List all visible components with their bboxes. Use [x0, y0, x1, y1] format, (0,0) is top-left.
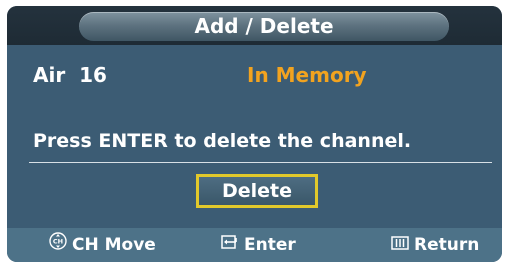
- return-hint: Return: [391, 228, 479, 262]
- instruction-message: Press ENTER to delete the channel.: [33, 130, 412, 152]
- footer-bar: CH CH Move Enter Return: [7, 228, 502, 262]
- ch-move-hint: CH CH Move: [49, 228, 156, 262]
- memory-status: In Memory: [247, 63, 367, 87]
- return-icon: [391, 228, 409, 262]
- title-pill: Add / Delete: [79, 12, 449, 41]
- ch-move-label: CH Move: [72, 235, 156, 255]
- enter-icon: [221, 228, 239, 262]
- ch-icon: CH: [49, 228, 67, 262]
- dialog-title: Add / Delete: [194, 14, 334, 38]
- divider: [29, 162, 492, 163]
- return-label: Return: [414, 235, 480, 255]
- add-delete-dialog: Add / Delete Air 16 In Memory Press ENTE…: [7, 6, 502, 262]
- enter-hint: Enter: [221, 228, 296, 262]
- delete-button[interactable]: Delete: [196, 174, 318, 208]
- enter-label: Enter: [244, 235, 296, 255]
- channel-name: Air 16: [33, 63, 107, 87]
- svg-text:CH: CH: [53, 238, 63, 246]
- title-bar: Add / Delete: [7, 6, 502, 45]
